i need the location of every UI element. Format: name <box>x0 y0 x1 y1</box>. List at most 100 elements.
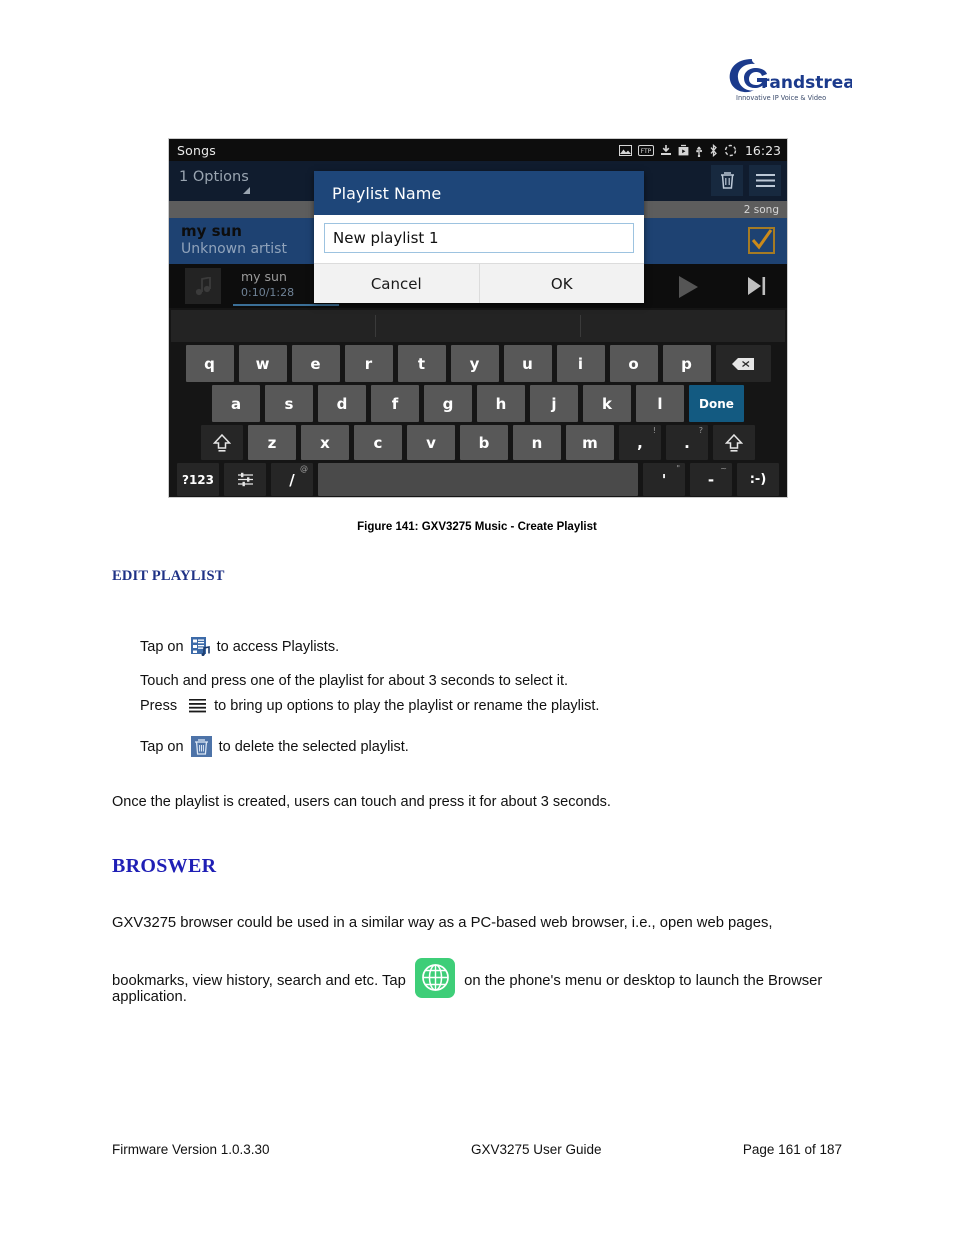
keyboard-row-4: ?123 / @ ' " - ~ :-) <box>169 463 787 496</box>
shift-icon[interactable] <box>201 425 243 460</box>
page-footer: Firmware Version 1.0.3.30 GXV3275 User G… <box>112 1142 842 1157</box>
now-playing-title: my sun <box>241 269 287 284</box>
status-bar-icons: FTP 16:23 <box>618 142 781 158</box>
playback-progress-bar[interactable] <box>233 304 339 306</box>
key-u[interactable]: u <box>503 345 552 382</box>
step-3: Press to bring up options to play the pl… <box>140 696 599 717</box>
key-period-alt: ? <box>698 426 703 435</box>
step-1-post: to access Playlists. <box>216 639 340 655</box>
key-m[interactable]: m <box>566 425 614 460</box>
download-icon <box>660 144 672 156</box>
footer-firmware: Firmware Version 1.0.3.30 <box>112 1142 270 1157</box>
suggestion-strip[interactable] <box>171 310 785 342</box>
step-1: Tap on to access Playlists. <box>140 637 339 658</box>
keyboard-row-2: a s d f g h j k l Done <box>169 385 787 422</box>
key-comma[interactable]: , ! <box>619 425 661 460</box>
key-y[interactable]: y <box>450 345 499 382</box>
key-dash[interactable]: - ~ <box>690 463 732 496</box>
key-l[interactable]: l <box>636 385 684 422</box>
figure-caption: Figure 141: GXV3275 Music - Create Playl… <box>357 521 597 533</box>
backspace-icon[interactable] <box>715 345 771 382</box>
key-x[interactable]: x <box>301 425 349 460</box>
key-symbols[interactable]: ?123 <box>177 463 219 496</box>
step-4: Tap on to delete the selected playlist. <box>140 736 409 758</box>
app-bar-actions <box>711 165 781 196</box>
key-slash-alt: @ <box>300 464 308 473</box>
song-checkbox[interactable] <box>748 227 775 254</box>
edit-playlist-heading: EDIT PLAYLIST <box>112 568 225 584</box>
key-apostrophe-label: ' <box>661 470 667 489</box>
key-b[interactable]: b <box>460 425 508 460</box>
playlist-name-input[interactable] <box>324 223 634 253</box>
key-c[interactable]: c <box>354 425 402 460</box>
key-n[interactable]: n <box>513 425 561 460</box>
ok-button[interactable]: OK <box>480 264 645 303</box>
step-1-pre: Tap on <box>140 639 184 655</box>
key-dash-alt: ~ <box>720 464 727 473</box>
key-w[interactable]: w <box>238 345 287 382</box>
key-g[interactable]: g <box>424 385 472 422</box>
keyboard-settings-icon[interactable] <box>224 463 266 496</box>
trash-icon <box>190 736 212 757</box>
key-z[interactable]: z <box>248 425 296 460</box>
bluetooth-icon <box>709 143 718 157</box>
key-d[interactable]: d <box>318 385 366 422</box>
svg-text:Innovative IP Voice & Video: Innovative IP Voice & Video <box>736 94 826 102</box>
shift-right-icon[interactable] <box>713 425 755 460</box>
svg-text:FTP: FTP <box>641 148 652 155</box>
key-k[interactable]: k <box>583 385 631 422</box>
key-q[interactable]: q <box>185 345 234 382</box>
status-bar-clock: 16:23 <box>744 142 781 158</box>
status-bar-title: Songs <box>177 142 216 158</box>
now-playing-time: 0:10/1:28 <box>241 286 295 299</box>
key-period[interactable]: . ? <box>666 425 708 460</box>
footer-page-number: Page 161 of 187 <box>742 1142 842 1157</box>
key-f[interactable]: f <box>371 385 419 422</box>
key-space[interactable] <box>318 463 638 496</box>
song-artist: Unknown artist <box>181 241 287 257</box>
key-i[interactable]: i <box>556 345 605 382</box>
key-apostrophe-alt: " <box>676 464 680 473</box>
play-icon[interactable] <box>675 274 701 304</box>
suggestion-slot-3 <box>581 310 785 342</box>
key-slash[interactable]: / @ <box>271 463 313 496</box>
key-t[interactable]: t <box>397 345 446 382</box>
hamburger-menu-icon[interactable] <box>749 165 781 196</box>
key-slash-label: / <box>289 470 295 489</box>
key-v[interactable]: v <box>407 425 455 460</box>
on-screen-keyboard: q w e r t y u i o p a s d f g h j k l Do… <box>169 308 787 497</box>
options-label[interactable]: 1 Options <box>179 169 249 185</box>
options-dropdown-caret-icon[interactable] <box>243 187 250 194</box>
step-2: Touch and press one of the playlist for … <box>140 673 569 689</box>
step-3-post: to bring up options to play the playlist… <box>214 698 600 714</box>
keyboard-row-3: z x c v b n m , ! . ? <box>169 425 787 460</box>
key-emoji[interactable]: :-) <box>737 463 779 496</box>
song-title: my sun <box>181 222 242 240</box>
key-a[interactable]: a <box>212 385 260 422</box>
dialog-header: Playlist Name <box>314 171 644 215</box>
trash-icon[interactable] <box>711 165 743 196</box>
footer-guide-title: GXV3275 User Guide <box>470 1142 602 1157</box>
key-apostrophe[interactable]: ' " <box>643 463 685 496</box>
next-track-icon[interactable] <box>746 275 767 301</box>
browser-paragraph-line-1: GXV3275 browser could be used in a simil… <box>112 915 773 931</box>
key-s[interactable]: s <box>265 385 313 422</box>
ftp-icon: FTP <box>637 144 654 156</box>
svg-text:randstream: randstream <box>761 73 852 93</box>
key-j[interactable]: j <box>530 385 578 422</box>
key-r[interactable]: r <box>344 345 393 382</box>
key-e[interactable]: e <box>291 345 340 382</box>
playlist-icon <box>190 637 210 656</box>
key-p[interactable]: p <box>662 345 711 382</box>
key-o[interactable]: o <box>609 345 658 382</box>
sync-icon <box>724 144 737 157</box>
cancel-button[interactable]: Cancel <box>314 264 479 303</box>
browser-heading: BROSWER <box>112 855 217 877</box>
key-h[interactable]: h <box>477 385 525 422</box>
key-period-label: . <box>684 433 690 452</box>
key-done[interactable]: Done <box>689 385 744 422</box>
step-4-post: to delete the selected playlist. <box>218 739 409 755</box>
suggestion-slot-2 <box>376 310 580 342</box>
image-icon <box>618 144 632 156</box>
key-comma-alt: ! <box>652 426 656 435</box>
